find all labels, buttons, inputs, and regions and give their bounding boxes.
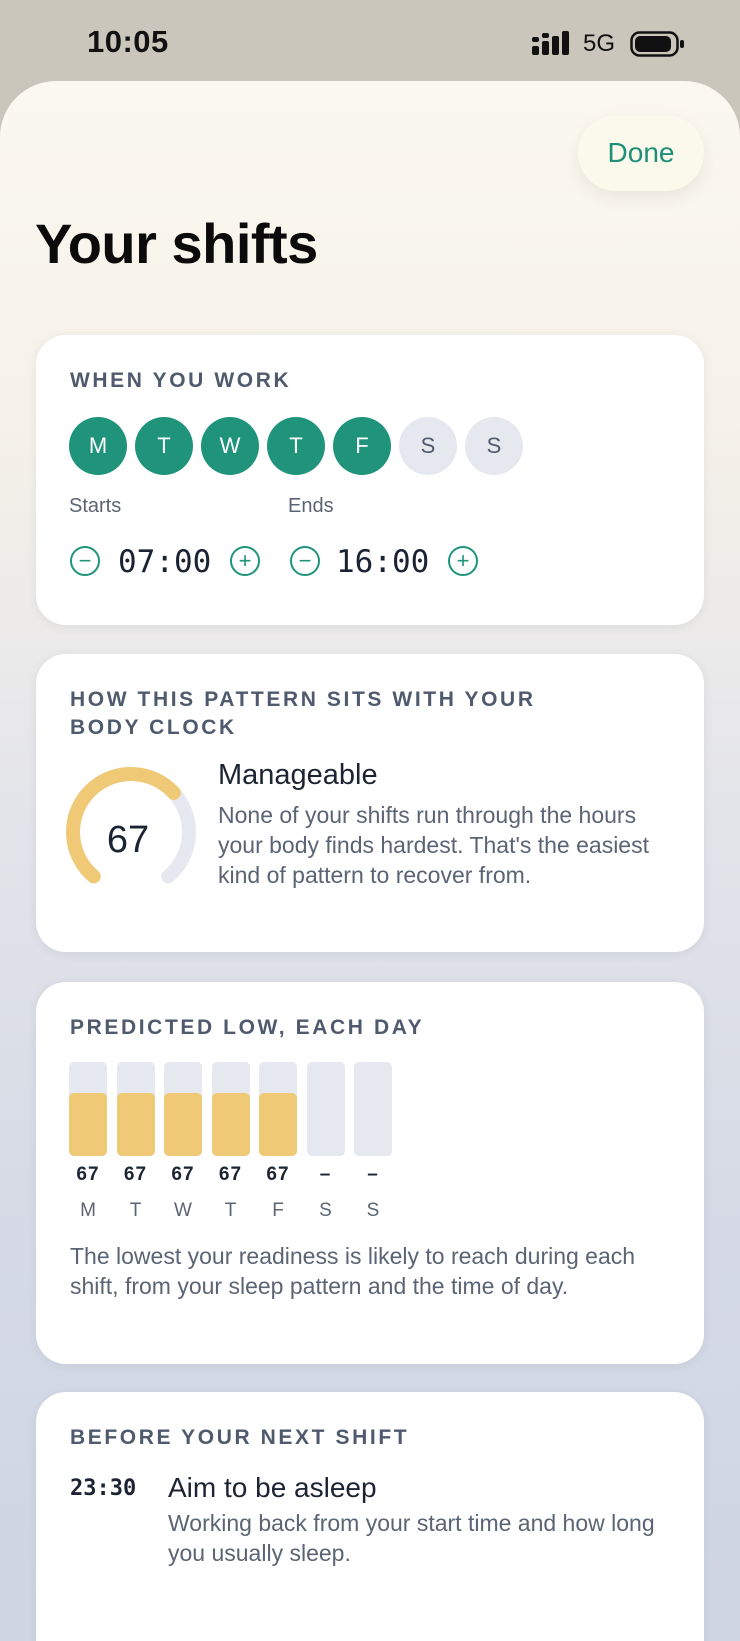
start-decrease-button[interactable]: − [70, 546, 100, 576]
bar-day-label: S [319, 1200, 332, 1221]
bar-fill [259, 1093, 297, 1156]
bar-fill [116, 1093, 155, 1156]
bar-fill [164, 1093, 202, 1156]
bar-value-label: 67 [76, 1164, 100, 1185]
plan-item-time: 23:30 [70, 1476, 137, 1501]
day-toggle[interactable]: M [69, 417, 127, 475]
bar-day-label: F [272, 1200, 284, 1221]
bar-fill [211, 1093, 250, 1156]
rating-label: Manageable [218, 759, 378, 791]
end-increase-button[interactable]: + [448, 546, 478, 576]
plan-item-title: Aim to be asleep [168, 1472, 377, 1503]
rating-description: None of your shifts run through the hour… [218, 802, 649, 888]
day-toggle[interactable]: S [399, 417, 457, 475]
page-title: Your shifts [35, 212, 318, 275]
status-time: 10:05 [87, 24, 169, 59]
bar-value-label: – [319, 1164, 332, 1185]
bar-value-label: 67 [266, 1164, 290, 1185]
bar-value-label: – [367, 1164, 379, 1185]
day-toggle[interactable]: T [135, 417, 193, 475]
done-button[interactable]: Done [578, 115, 704, 191]
bar-day-label: W [174, 1200, 192, 1221]
end-time-value: 16:00 [336, 544, 430, 580]
chart-caption: The lowest your readiness is likely to r… [70, 1243, 636, 1299]
day-toggle[interactable]: S [465, 417, 523, 475]
start-time-value: 07:00 [118, 544, 212, 580]
bar-day-label: T [129, 1200, 142, 1221]
bar-track [116, 1062, 155, 1156]
shifts-sheet: Done Your shifts WHEN YOU WORK MTWTFSS S… [0, 81, 740, 1641]
card-heading: WHEN YOU WORK [70, 369, 292, 392]
starts-label: Starts [69, 495, 122, 517]
start-increase-button[interactable]: + [230, 546, 260, 576]
card-heading: HOW THIS PATTERN SITS WITH YOUR BODY CLO… [70, 688, 536, 739]
bar-track [69, 1062, 107, 1156]
body-clock-card: HOW THIS PATTERN SITS WITH YOUR BODY CLO… [36, 654, 704, 952]
battery-icon [630, 31, 684, 57]
when-you-work-card: WHEN YOU WORK MTWTFSS Starts Ends − 07:0… [36, 335, 704, 625]
bar-value-label: 67 [171, 1164, 195, 1185]
predicted-low-card: PREDICTED LOW, EACH DAY 67 M 67 T 67 W 67 T 67 F –… [36, 982, 704, 1364]
bar-track [354, 1062, 392, 1156]
next-shift-card: BEFORE YOUR NEXT SHIFT 23:30 Aim to be a… [36, 1392, 704, 1641]
bar-track [306, 1062, 345, 1156]
status-bar: 10:05 5G [0, 0, 740, 90]
bar-value-label: 67 [218, 1164, 243, 1185]
plan-item-description: Working back from your start time and ho… [168, 1510, 655, 1566]
bar-day-label: S [366, 1200, 380, 1221]
bar-track [211, 1062, 250, 1156]
network-type: 5G [583, 30, 616, 57]
signal-icon [532, 31, 569, 55]
ends-label: Ends [288, 495, 334, 517]
day-toggle[interactable]: W [201, 417, 259, 475]
day-toggle[interactable]: T [267, 417, 325, 475]
end-decrease-button[interactable]: − [290, 546, 320, 576]
bar-day-label: M [80, 1200, 96, 1221]
day-toggle[interactable]: F [333, 417, 391, 475]
bar-track [164, 1062, 202, 1156]
bar-day-label: T [224, 1200, 237, 1221]
bar-value-label: 67 [123, 1164, 148, 1185]
bar-fill [69, 1093, 107, 1156]
card-heading: BEFORE YOUR NEXT SHIFT [70, 1426, 410, 1449]
bar-track [259, 1062, 297, 1156]
score-value: 67 [106, 819, 150, 861]
card-heading: PREDICTED LOW, EACH DAY [70, 1016, 425, 1039]
